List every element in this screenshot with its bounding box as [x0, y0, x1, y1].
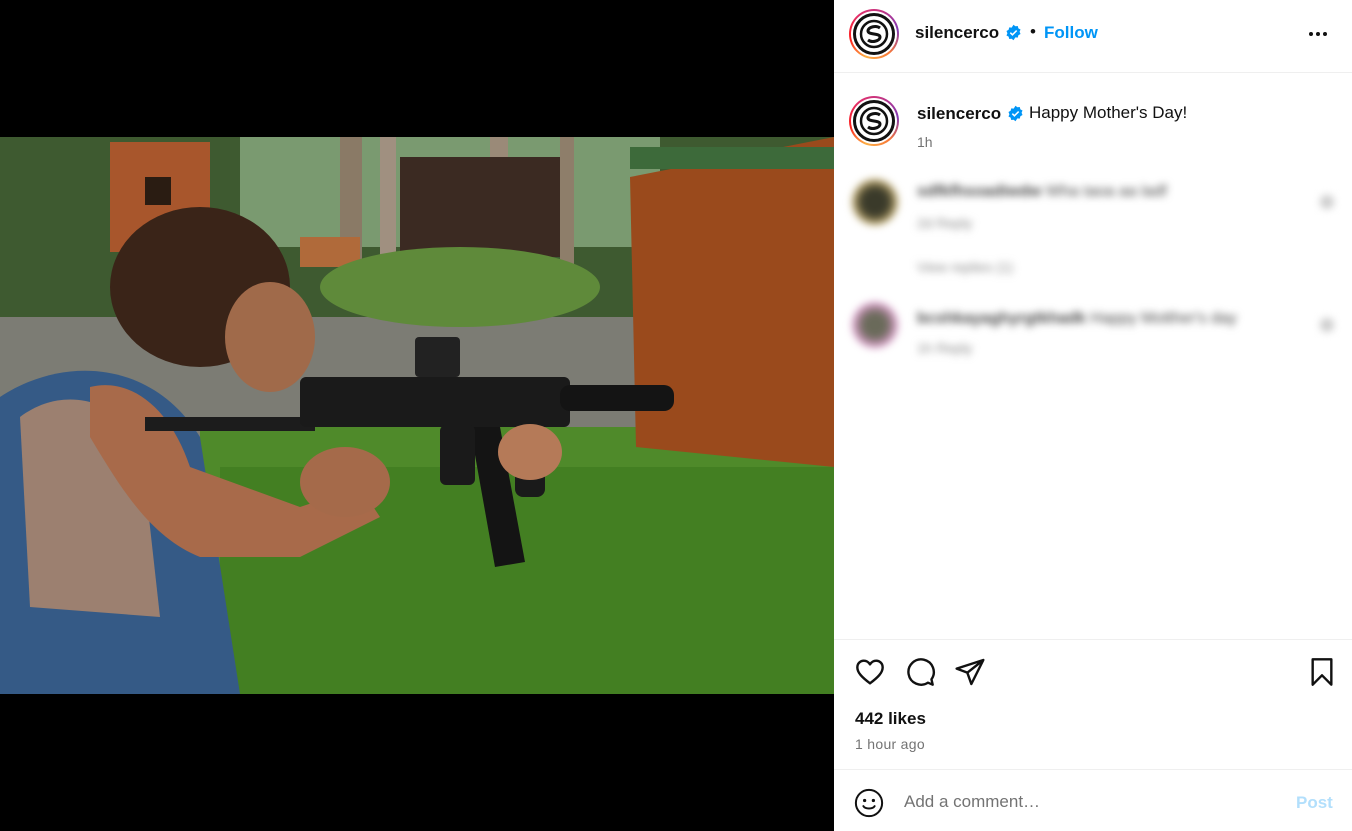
comment-composer: Post [834, 769, 1352, 831]
caption-timestamp[interactable]: 1h [917, 134, 933, 150]
comment-username[interactable]: sdfkfhsoadiwdw [917, 183, 1041, 200]
verified-badge-icon [1006, 24, 1021, 41]
verified-badge-icon [1008, 105, 1023, 122]
post-timestamp[interactable]: 1 hour ago [855, 736, 925, 752]
comment-meta[interactable]: 2d Reply [917, 215, 972, 233]
comment-icon[interactable] [904, 656, 936, 688]
commenter-avatar[interactable] [852, 179, 898, 225]
post-actions: 442 likes 1 hour ago [834, 639, 1352, 769]
author-avatar[interactable] [849, 9, 899, 59]
author-username[interactable]: silencerco [915, 23, 999, 43]
comment-username[interactable]: bcshkayaghyrgtkhadk [917, 310, 1086, 327]
heart-icon[interactable] [854, 656, 886, 688]
caption-avatar[interactable] [849, 96, 899, 146]
silencerco-logo [853, 100, 895, 142]
caption-text: Happy Mother's Day! [1029, 103, 1188, 122]
comment-input[interactable] [904, 786, 1284, 818]
share-icon[interactable] [954, 656, 986, 688]
caption-username[interactable]: silencerco [917, 104, 1001, 124]
header-separator: • [1030, 22, 1036, 41]
bookmark-icon[interactable] [1306, 656, 1338, 688]
comment-like-icon[interactable] [1320, 195, 1334, 209]
emoji-icon[interactable] [854, 788, 884, 818]
comment-like-icon[interactable] [1320, 318, 1334, 332]
commenter-avatar[interactable] [852, 302, 898, 348]
post-header: silencerco • Follow [834, 0, 1352, 73]
post-side-panel: silencerco • Follow silencerco Happy Mot… [834, 0, 1352, 831]
silencerco-logo [853, 13, 895, 55]
post-media [0, 0, 834, 831]
comment-text: Wha taoa aa ladf [1045, 183, 1167, 200]
comment-meta[interactable]: 1h Reply [917, 340, 972, 358]
photo-scene [0, 137, 834, 694]
follow-button[interactable]: Follow [1044, 23, 1098, 43]
likes-count[interactable]: 442 likes [855, 709, 926, 729]
more-options-icon[interactable] [1306, 22, 1330, 46]
comment-text: Happy Motther's day [1090, 310, 1237, 327]
post-comment-button[interactable]: Post [1296, 793, 1333, 813]
post-photo[interactable] [0, 137, 834, 694]
view-replies[interactable]: View replies (1) [917, 259, 1013, 277]
